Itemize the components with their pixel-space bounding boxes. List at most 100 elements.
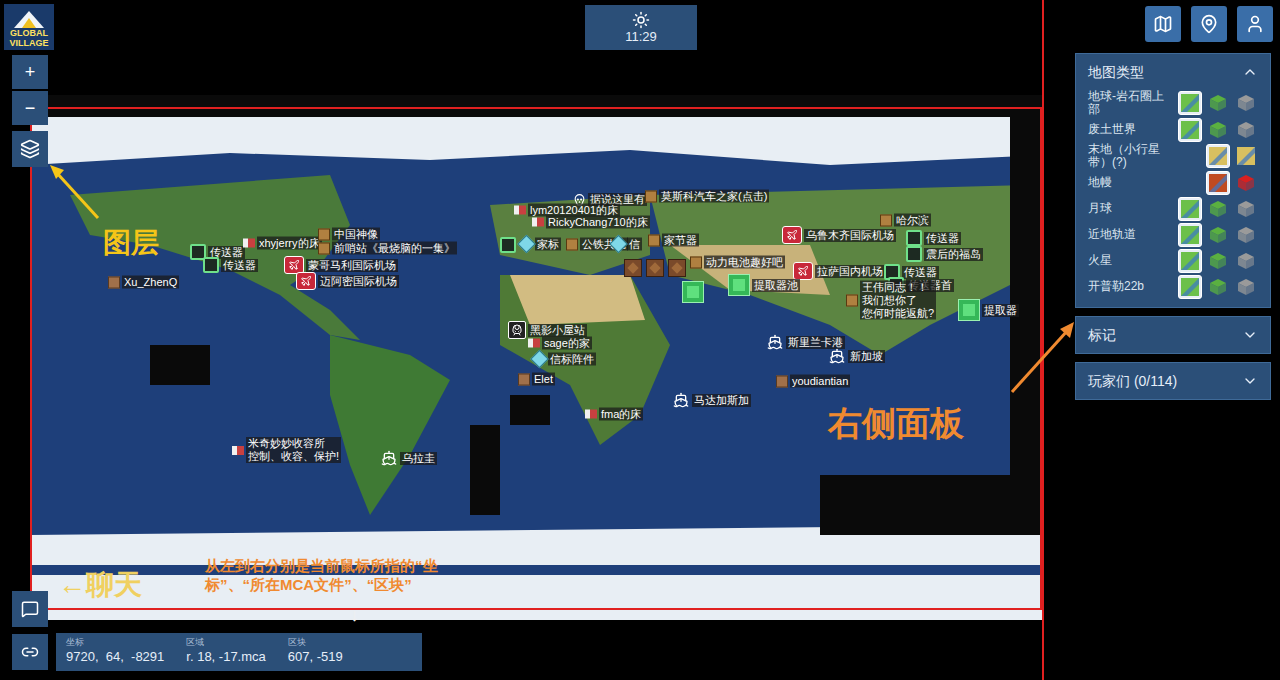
map-type-row[interactable]: 地球-岩石圈上部 [1088, 90, 1258, 116]
marker-label: 提取器 [982, 304, 1019, 317]
extractor-icon [682, 281, 704, 303]
map-mode-button[interactable] [1178, 249, 1202, 273]
map-marker[interactable]: 新加坡 [828, 348, 885, 364]
map-canvas[interactable]: Xu_ZhenQ传送器传送器xhyjerry的床中国神像前哨站《最烧脑的一集》蒙… [30, 95, 1042, 620]
map-marker[interactable]: Xu_ZhenQ [108, 276, 179, 289]
right-panel: 地图类型地球-岩石圈上部废土世界末地（小行星带）(?)地幔月球近地轨道火星开普勒… [1075, 53, 1271, 400]
map-mode-button[interactable] [1178, 91, 1202, 115]
link-button[interactable] [12, 634, 48, 670]
map-marker[interactable]: 提取器池 [728, 274, 800, 296]
map-type-row[interactable]: 末地（小行星带）(?) [1088, 143, 1258, 169]
map-marker[interactable] [624, 259, 642, 277]
link-icon [21, 643, 39, 661]
zoom-in-button[interactable]: + [12, 55, 48, 89]
map-marker[interactable]: 斯里兰卡港 [766, 334, 845, 350]
map-type-row[interactable]: 近地轨道 [1088, 222, 1258, 247]
annotation-arrows [0, 0, 1280, 680]
map-marker[interactable]: 王伟同志！！我们想你了您何时能返航? [846, 281, 936, 320]
bed-icon [232, 446, 244, 455]
map-marker[interactable]: 前哨站《最烧脑的一集》 [318, 242, 457, 255]
map-marker[interactable]: 马达加斯加 [672, 392, 751, 408]
map-marker[interactable]: RickyChang710的床 [532, 216, 650, 229]
toolbar-button[interactable] [1145, 6, 1181, 42]
map-marker[interactable]: youdiantian [776, 375, 850, 388]
map-marker[interactable]: 乌拉圭 [380, 450, 437, 466]
map-marker[interactable]: 信标阵件 [533, 353, 596, 366]
player-icon [518, 373, 530, 385]
map-marker[interactable]: 动力电池趣好吧 [690, 256, 785, 269]
map-mode-button[interactable] [1178, 197, 1202, 221]
map-mode-button[interactable] [1206, 144, 1230, 168]
map-type-row[interactable]: 地幔 [1088, 170, 1258, 195]
map-marker[interactable]: 家节器 [648, 234, 699, 247]
map-mode-button[interactable] [1206, 275, 1230, 299]
map-marker[interactable]: 中国神像 [318, 228, 380, 241]
map-marker[interactable]: fma的床 [585, 408, 643, 421]
world-border [30, 107, 1042, 610]
map-mode-button[interactable] [1234, 275, 1258, 299]
map-mode-button[interactable] [1206, 223, 1230, 247]
toolbar-button[interactable] [1237, 6, 1273, 42]
map-marker[interactable]: 信 [612, 238, 642, 251]
panel-section-header[interactable]: 玩家们 (0/114) [1076, 363, 1270, 399]
sign-icon [648, 234, 660, 246]
map-type-row[interactable]: 月球 [1088, 196, 1258, 221]
cube-map-icon [1237, 121, 1255, 139]
cube-map-icon [1209, 94, 1227, 112]
marker-label: 王伟同志！！我们想你了您何时能返航? [860, 281, 936, 320]
map-marker[interactable]: 传送器 [203, 257, 258, 273]
logo[interactable]: GLOBALVILLAGE [4, 4, 54, 50]
map-marker[interactable]: 莫斯科汽车之家(点击) [645, 190, 769, 203]
map-marker[interactable] [682, 281, 704, 303]
map-mode-button[interactable] [1206, 171, 1230, 195]
map-marker[interactable]: 震后的福岛 [906, 246, 983, 262]
map-marker[interactable]: 乌鲁木齐国际机场 [782, 226, 896, 244]
map-marker[interactable] [500, 237, 516, 253]
map-mode-button[interactable] [1206, 249, 1230, 273]
map-mode-button[interactable] [1178, 275, 1202, 299]
cube-map-icon [1209, 226, 1227, 244]
teleporter-icon [906, 246, 922, 262]
layers-button[interactable] [12, 131, 48, 167]
panel-section-header[interactable]: 标记 [1076, 317, 1270, 353]
marker-label: fma的床 [599, 408, 643, 421]
flat-map-icon [1181, 94, 1199, 112]
bed-icon [243, 239, 255, 248]
cube-map-icon [1237, 252, 1255, 270]
toolbar-button[interactable] [1191, 6, 1227, 42]
map-marker[interactable]: Elet [518, 373, 555, 386]
map-mode-button[interactable] [1234, 249, 1258, 273]
marker-label: 乌鲁木齐国际机场 [804, 229, 896, 242]
map-mode-button[interactable] [1234, 91, 1258, 115]
map-marker[interactable]: 迈阿密国际机场 [296, 272, 399, 290]
map-mode-button[interactable] [1206, 91, 1230, 115]
map-mode-button[interactable] [1234, 118, 1258, 142]
chevron-up-icon [1242, 64, 1258, 80]
map-mode-button[interactable] [1178, 118, 1202, 142]
map-marker[interactable]: xhyjerry的床 [243, 237, 322, 250]
chat-button[interactable] [12, 591, 48, 627]
map-marker[interactable]: 提取器 [958, 299, 1019, 321]
map-mode-button[interactable] [1178, 223, 1202, 247]
map-marker[interactable]: 拉萨国内机场 [793, 262, 885, 280]
map-mode-button[interactable] [1234, 171, 1258, 195]
marker-label: 传送器 [221, 259, 258, 272]
map-type-row[interactable]: 开普勒22b [1088, 274, 1258, 299]
map-marker[interactable]: sage的家 [528, 337, 592, 350]
map-type-row[interactable]: 废土世界 [1088, 117, 1258, 142]
map-type-row[interactable]: 火星 [1088, 248, 1258, 273]
map-mode-button[interactable] [1234, 144, 1258, 168]
map-marker[interactable]: 家标 [520, 238, 561, 251]
map-marker[interactable] [668, 259, 686, 277]
map-marker[interactable]: 传送器 [906, 230, 961, 246]
panel-section-header[interactable]: 地图类型 [1076, 54, 1270, 90]
map-marker[interactable]: 米奇妙妙收容所控制、收容、保护! [232, 437, 341, 463]
map-marker[interactable]: 哈尔滨 [880, 214, 931, 227]
map-marker[interactable] [646, 259, 664, 277]
map-mode-button[interactable] [1206, 118, 1230, 142]
map-controls: +− [12, 55, 48, 167]
zoom-out-button[interactable]: − [12, 91, 48, 125]
map-mode-button[interactable] [1206, 197, 1230, 221]
map-mode-button[interactable] [1234, 197, 1258, 221]
map-mode-button[interactable] [1234, 223, 1258, 247]
